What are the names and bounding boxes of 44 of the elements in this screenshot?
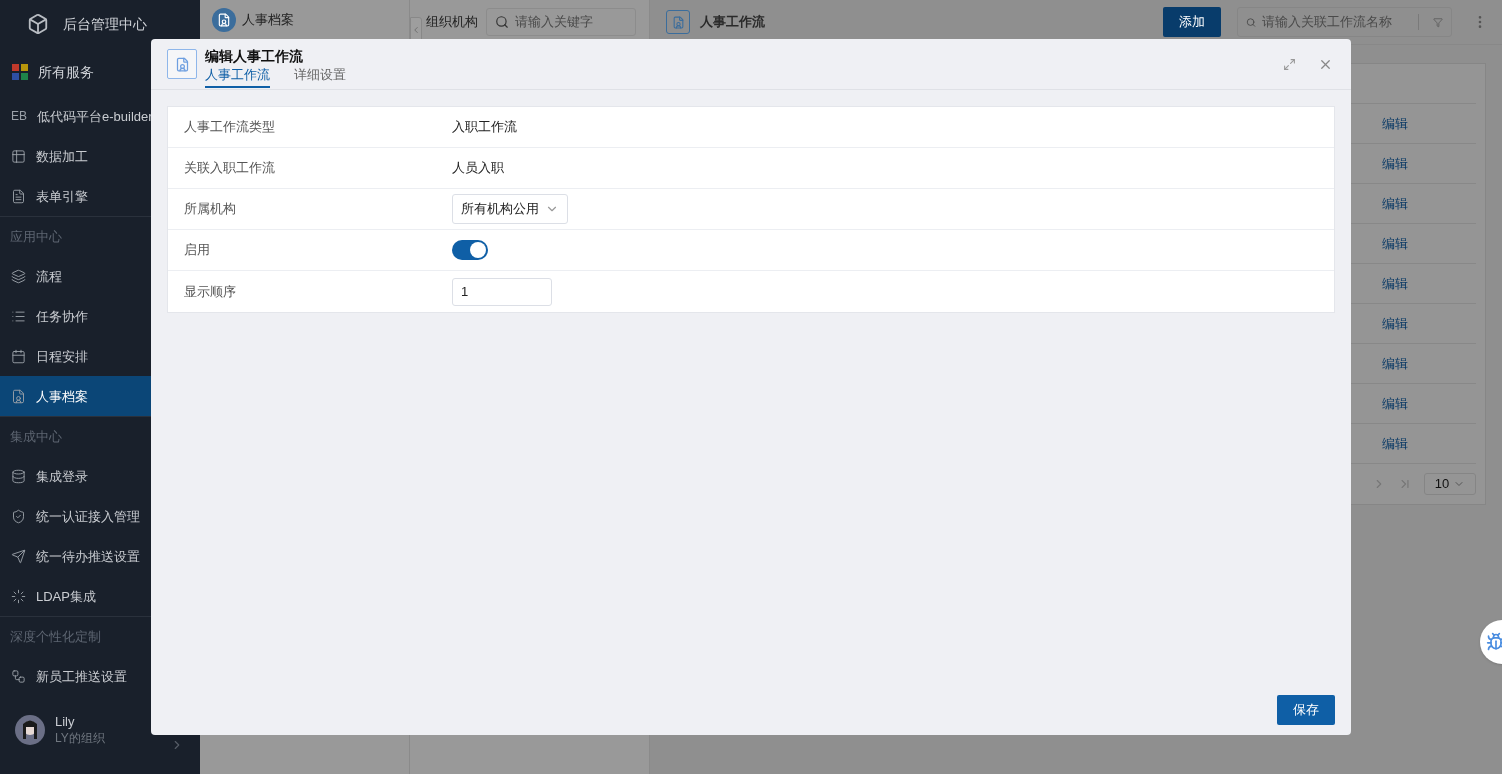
field-label: 启用 bbox=[183, 241, 211, 260]
panel-title: 人事工作流 bbox=[700, 13, 765, 32]
workflow-name-input[interactable]: 请输入关联工作流名称 bbox=[1262, 12, 1412, 32]
dialog-tab[interactable]: 人事工作流 bbox=[205, 64, 270, 88]
edit-link[interactable]: 编辑 bbox=[1382, 393, 1408, 414]
all-services-link[interactable]: 所有服务 bbox=[38, 61, 94, 83]
field-value: 入职工作流 bbox=[452, 118, 517, 137]
sidebar-item[interactable]: 统一认证接入管理 bbox=[0, 496, 200, 537]
edit-link[interactable]: 编辑 bbox=[1382, 193, 1408, 214]
save-button[interactable]: 保存 bbox=[1277, 695, 1335, 725]
page-size-select[interactable]: 10 bbox=[1424, 473, 1476, 495]
add-button[interactable]: 添加 bbox=[1163, 7, 1221, 37]
section-label: 应用中心 bbox=[10, 228, 62, 247]
edit-link[interactable]: 编辑 bbox=[1382, 353, 1408, 374]
org-title: 组织机构 bbox=[426, 13, 478, 32]
field-label: 关联入职工作流 bbox=[183, 159, 276, 178]
sidebar-item[interactable]: 新员工推送设置 bbox=[0, 656, 200, 697]
sidebar-item[interactable]: LDAP集成 bbox=[0, 576, 200, 617]
edit-link[interactable]: 编辑 bbox=[1382, 113, 1408, 134]
app-title: 后台管理中心 bbox=[63, 14, 147, 34]
module-title: 人事档案 bbox=[242, 11, 294, 30]
sidebar-item[interactable]: 统一待办推送设置 bbox=[0, 536, 200, 577]
edit-link[interactable]: 编辑 bbox=[1382, 153, 1408, 174]
section-label: 集成中心 bbox=[10, 428, 62, 447]
user-name: Lily bbox=[55, 714, 76, 731]
edit-link[interactable]: 编辑 bbox=[1382, 313, 1408, 334]
dialog-title: 编辑人事工作流 bbox=[205, 46, 304, 65]
field-label: 所属机构 bbox=[183, 200, 237, 219]
section-label: 深度个性化定制 bbox=[10, 628, 101, 647]
order-input[interactable]: 1 bbox=[452, 277, 552, 306]
field-value: 人员入职 bbox=[452, 159, 504, 178]
edit-link[interactable]: 编辑 bbox=[1382, 273, 1408, 294]
sidebar-item[interactable]: 日程安排 bbox=[0, 336, 200, 377]
sidebar-item[interactable]: 集成登录 bbox=[0, 456, 200, 497]
org-select[interactable]: 所有机构公用 bbox=[452, 194, 568, 224]
field-label: 人事工作流类型 bbox=[183, 118, 276, 137]
edit-link[interactable]: 编辑 bbox=[1382, 233, 1408, 254]
keyword-search-field[interactable]: 请输入关键字 bbox=[486, 8, 636, 36]
keyword-input[interactable]: 请输入关键字 bbox=[515, 12, 625, 32]
dialog-tab[interactable]: 详细设置 bbox=[294, 64, 346, 88]
user-org: LY的组织 bbox=[55, 730, 105, 747]
eb-label: EB bbox=[11, 108, 27, 126]
workflow-search-field[interactable]: 请输入关联工作流名称 bbox=[1237, 7, 1452, 37]
edit-link[interactable]: 编辑 bbox=[1382, 433, 1408, 454]
